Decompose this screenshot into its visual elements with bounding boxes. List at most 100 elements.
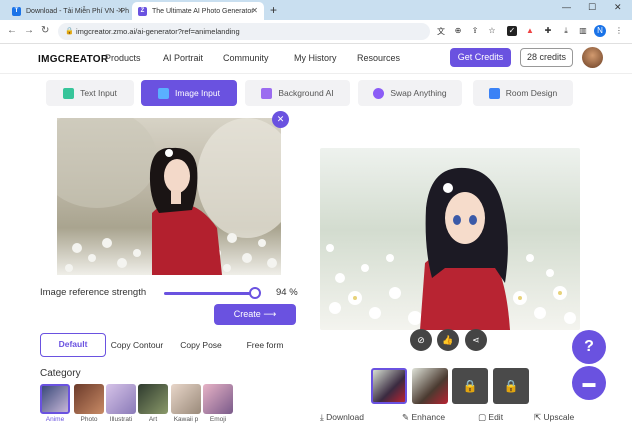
lock-icon: 🔒 bbox=[65, 28, 74, 35]
strength-slider-track[interactable] bbox=[164, 292, 258, 295]
category-emoji[interactable] bbox=[203, 384, 233, 414]
result-thumbnail[interactable] bbox=[371, 368, 407, 404]
like-icon[interactable]: 👍 bbox=[437, 329, 459, 351]
chat-button[interactable]: ▬ bbox=[572, 366, 606, 400]
enhance-label: Enhance bbox=[411, 412, 446, 422]
forward-icon[interactable]: → bbox=[24, 25, 34, 36]
close-tab-icon[interactable]: ✕ bbox=[251, 6, 258, 15]
text-input-icon bbox=[63, 87, 75, 99]
download-button[interactable]: ⤓ Download bbox=[320, 412, 364, 423]
nav-resources[interactable]: Resources bbox=[357, 53, 400, 63]
category-kawaii[interactable] bbox=[171, 384, 201, 414]
profile-avatar[interactable]: N bbox=[594, 25, 606, 37]
room-design-icon bbox=[488, 87, 500, 99]
remove-image-button[interactable]: ✕ bbox=[272, 111, 289, 128]
mode-tab-image-input[interactable]: Image Input bbox=[141, 80, 237, 106]
category-label: Illustrati bbox=[109, 416, 133, 423]
strength-label: Image reference strength bbox=[40, 287, 147, 298]
mode-tab-swap-anything[interactable]: Swap Anything bbox=[358, 80, 462, 106]
get-credits-button[interactable]: Get Credits bbox=[450, 48, 511, 67]
minimize-icon[interactable]: — bbox=[562, 2, 571, 12]
edit-label: Edit bbox=[488, 412, 504, 422]
style-tab-default[interactable]: Default bbox=[40, 333, 106, 357]
category-label: Anime bbox=[45, 416, 65, 423]
image-input-icon bbox=[158, 87, 170, 99]
edit-button[interactable]: ▢ Edit bbox=[478, 412, 503, 423]
navigation-bar: ← → ↻ 🔒 imgcreator.zmo.ai/ai-generator?r… bbox=[0, 20, 632, 44]
category-label: Kawaii p bbox=[173, 416, 199, 423]
browser-chrome: T Download - Tải Miễn Phí VN - Ph ✕ Z Th… bbox=[0, 0, 632, 44]
nav-products[interactable]: Products bbox=[105, 53, 141, 63]
category-photo[interactable] bbox=[74, 384, 104, 414]
create-button[interactable]: Create ⟶ bbox=[214, 304, 296, 325]
mode-tab-room-design[interactable]: Room Design bbox=[473, 80, 573, 106]
upscale-button[interactable]: ⇱ Upscale bbox=[534, 412, 574, 423]
address-bar[interactable]: 🔒 imgcreator.zmo.ai/ai-generator?ref=ani… bbox=[58, 23, 430, 40]
style-tab-copy-contour[interactable]: Copy Contour bbox=[107, 333, 167, 357]
url-text: imgcreator.zmo.ai/ai-generator?ref=anime… bbox=[76, 27, 240, 36]
upscale-label: Upscale bbox=[543, 412, 575, 422]
background-ai-icon bbox=[261, 87, 273, 99]
mode-label: Text Input bbox=[80, 88, 117, 98]
style-tab-copy-pose[interactable]: Copy Pose bbox=[172, 333, 230, 357]
generated-anime-image bbox=[326, 167, 576, 330]
tab-bar: T Download - Tải Miễn Phí VN - Ph ✕ Z Th… bbox=[0, 0, 632, 20]
enhance-button[interactable]: ✎ Enhance bbox=[402, 412, 445, 423]
tab-title: Download - Tải Miễn Phí VN - Ph bbox=[26, 7, 129, 15]
mode-tab-background-ai[interactable]: Background AI bbox=[245, 80, 350, 106]
translate-icon[interactable]: 文 bbox=[436, 26, 446, 36]
tab-favicon: T bbox=[12, 6, 21, 16]
edit-icon: ▢ bbox=[478, 412, 489, 422]
result-image bbox=[320, 148, 580, 330]
bookmark-star-icon[interactable]: ☆ bbox=[487, 26, 497, 36]
nav-my-history[interactable]: My History bbox=[294, 53, 337, 63]
locked-thumbnail[interactable]: 🔒 bbox=[452, 368, 488, 404]
sidebar-icon[interactable]: ▥ bbox=[578, 26, 588, 36]
credits-badge[interactable]: 28 credits bbox=[520, 48, 573, 67]
strength-slider-thumb[interactable] bbox=[249, 287, 261, 299]
download-icon[interactable]: ⤓ bbox=[561, 26, 571, 36]
mode-label: Room Design bbox=[505, 88, 558, 98]
logo[interactable]: IMGCREATOR bbox=[38, 54, 108, 65]
puzzle-icon[interactable]: ✚ bbox=[543, 26, 553, 36]
share-result-icon[interactable]: ⋖ bbox=[465, 329, 487, 351]
lock-icon: 🔒 bbox=[462, 379, 478, 393]
new-tab-icon[interactable]: + bbox=[270, 3, 277, 17]
maximize-icon[interactable]: ☐ bbox=[588, 2, 596, 13]
extension-icon[interactable]: ✓ bbox=[507, 26, 517, 36]
category-illustration[interactable] bbox=[106, 384, 136, 414]
extension-icon[interactable]: ▲ bbox=[525, 26, 535, 36]
category-label: Emoji bbox=[209, 416, 227, 423]
category-title: Category bbox=[40, 368, 81, 379]
reference-photo bbox=[57, 118, 281, 275]
browser-tab-download[interactable]: T Download - Tải Miễn Phí VN - Ph ✕ bbox=[6, 2, 130, 20]
category-label: Photo bbox=[80, 416, 98, 423]
avatar[interactable] bbox=[582, 47, 603, 68]
result-thumbnail[interactable] bbox=[412, 368, 448, 404]
locked-thumbnail[interactable]: 🔒 bbox=[493, 368, 529, 404]
nav-community[interactable]: Community bbox=[223, 53, 269, 63]
browser-tab-imgcreator[interactable]: Z The Ultimate AI Photo Generator ✕ bbox=[132, 2, 264, 20]
mode-tab-text-input[interactable]: Text Input bbox=[46, 80, 134, 106]
close-window-icon[interactable]: ✕ bbox=[614, 2, 622, 13]
tab-favicon: Z bbox=[138, 6, 147, 16]
zoom-icon[interactable]: ⊕ bbox=[453, 26, 463, 36]
swap-anything-icon bbox=[373, 87, 385, 99]
nav-ai-portrait[interactable]: AI Portrait bbox=[163, 53, 203, 63]
style-tab-free-form[interactable]: Free form bbox=[236, 333, 294, 357]
close-tab-icon[interactable]: ✕ bbox=[117, 6, 124, 15]
tab-title: The Ultimate AI Photo Generator bbox=[152, 7, 254, 15]
lock-icon: 🔒 bbox=[503, 379, 519, 393]
back-icon[interactable]: ← bbox=[7, 25, 17, 36]
share-icon[interactable]: ⇪ bbox=[470, 26, 480, 36]
reload-icon[interactable]: ↻ bbox=[41, 25, 49, 36]
category-art[interactable] bbox=[138, 384, 168, 414]
category-anime[interactable] bbox=[40, 384, 70, 414]
variation-icon[interactable]: ⊘ bbox=[410, 329, 432, 351]
reference-image bbox=[57, 118, 281, 275]
menu-dots-icon[interactable]: ⋮ bbox=[614, 26, 624, 36]
strength-value: 94 % bbox=[276, 287, 298, 298]
mode-label: Image Input bbox=[175, 88, 220, 98]
help-button[interactable]: ? bbox=[572, 330, 606, 364]
category-label: Art bbox=[148, 416, 158, 423]
